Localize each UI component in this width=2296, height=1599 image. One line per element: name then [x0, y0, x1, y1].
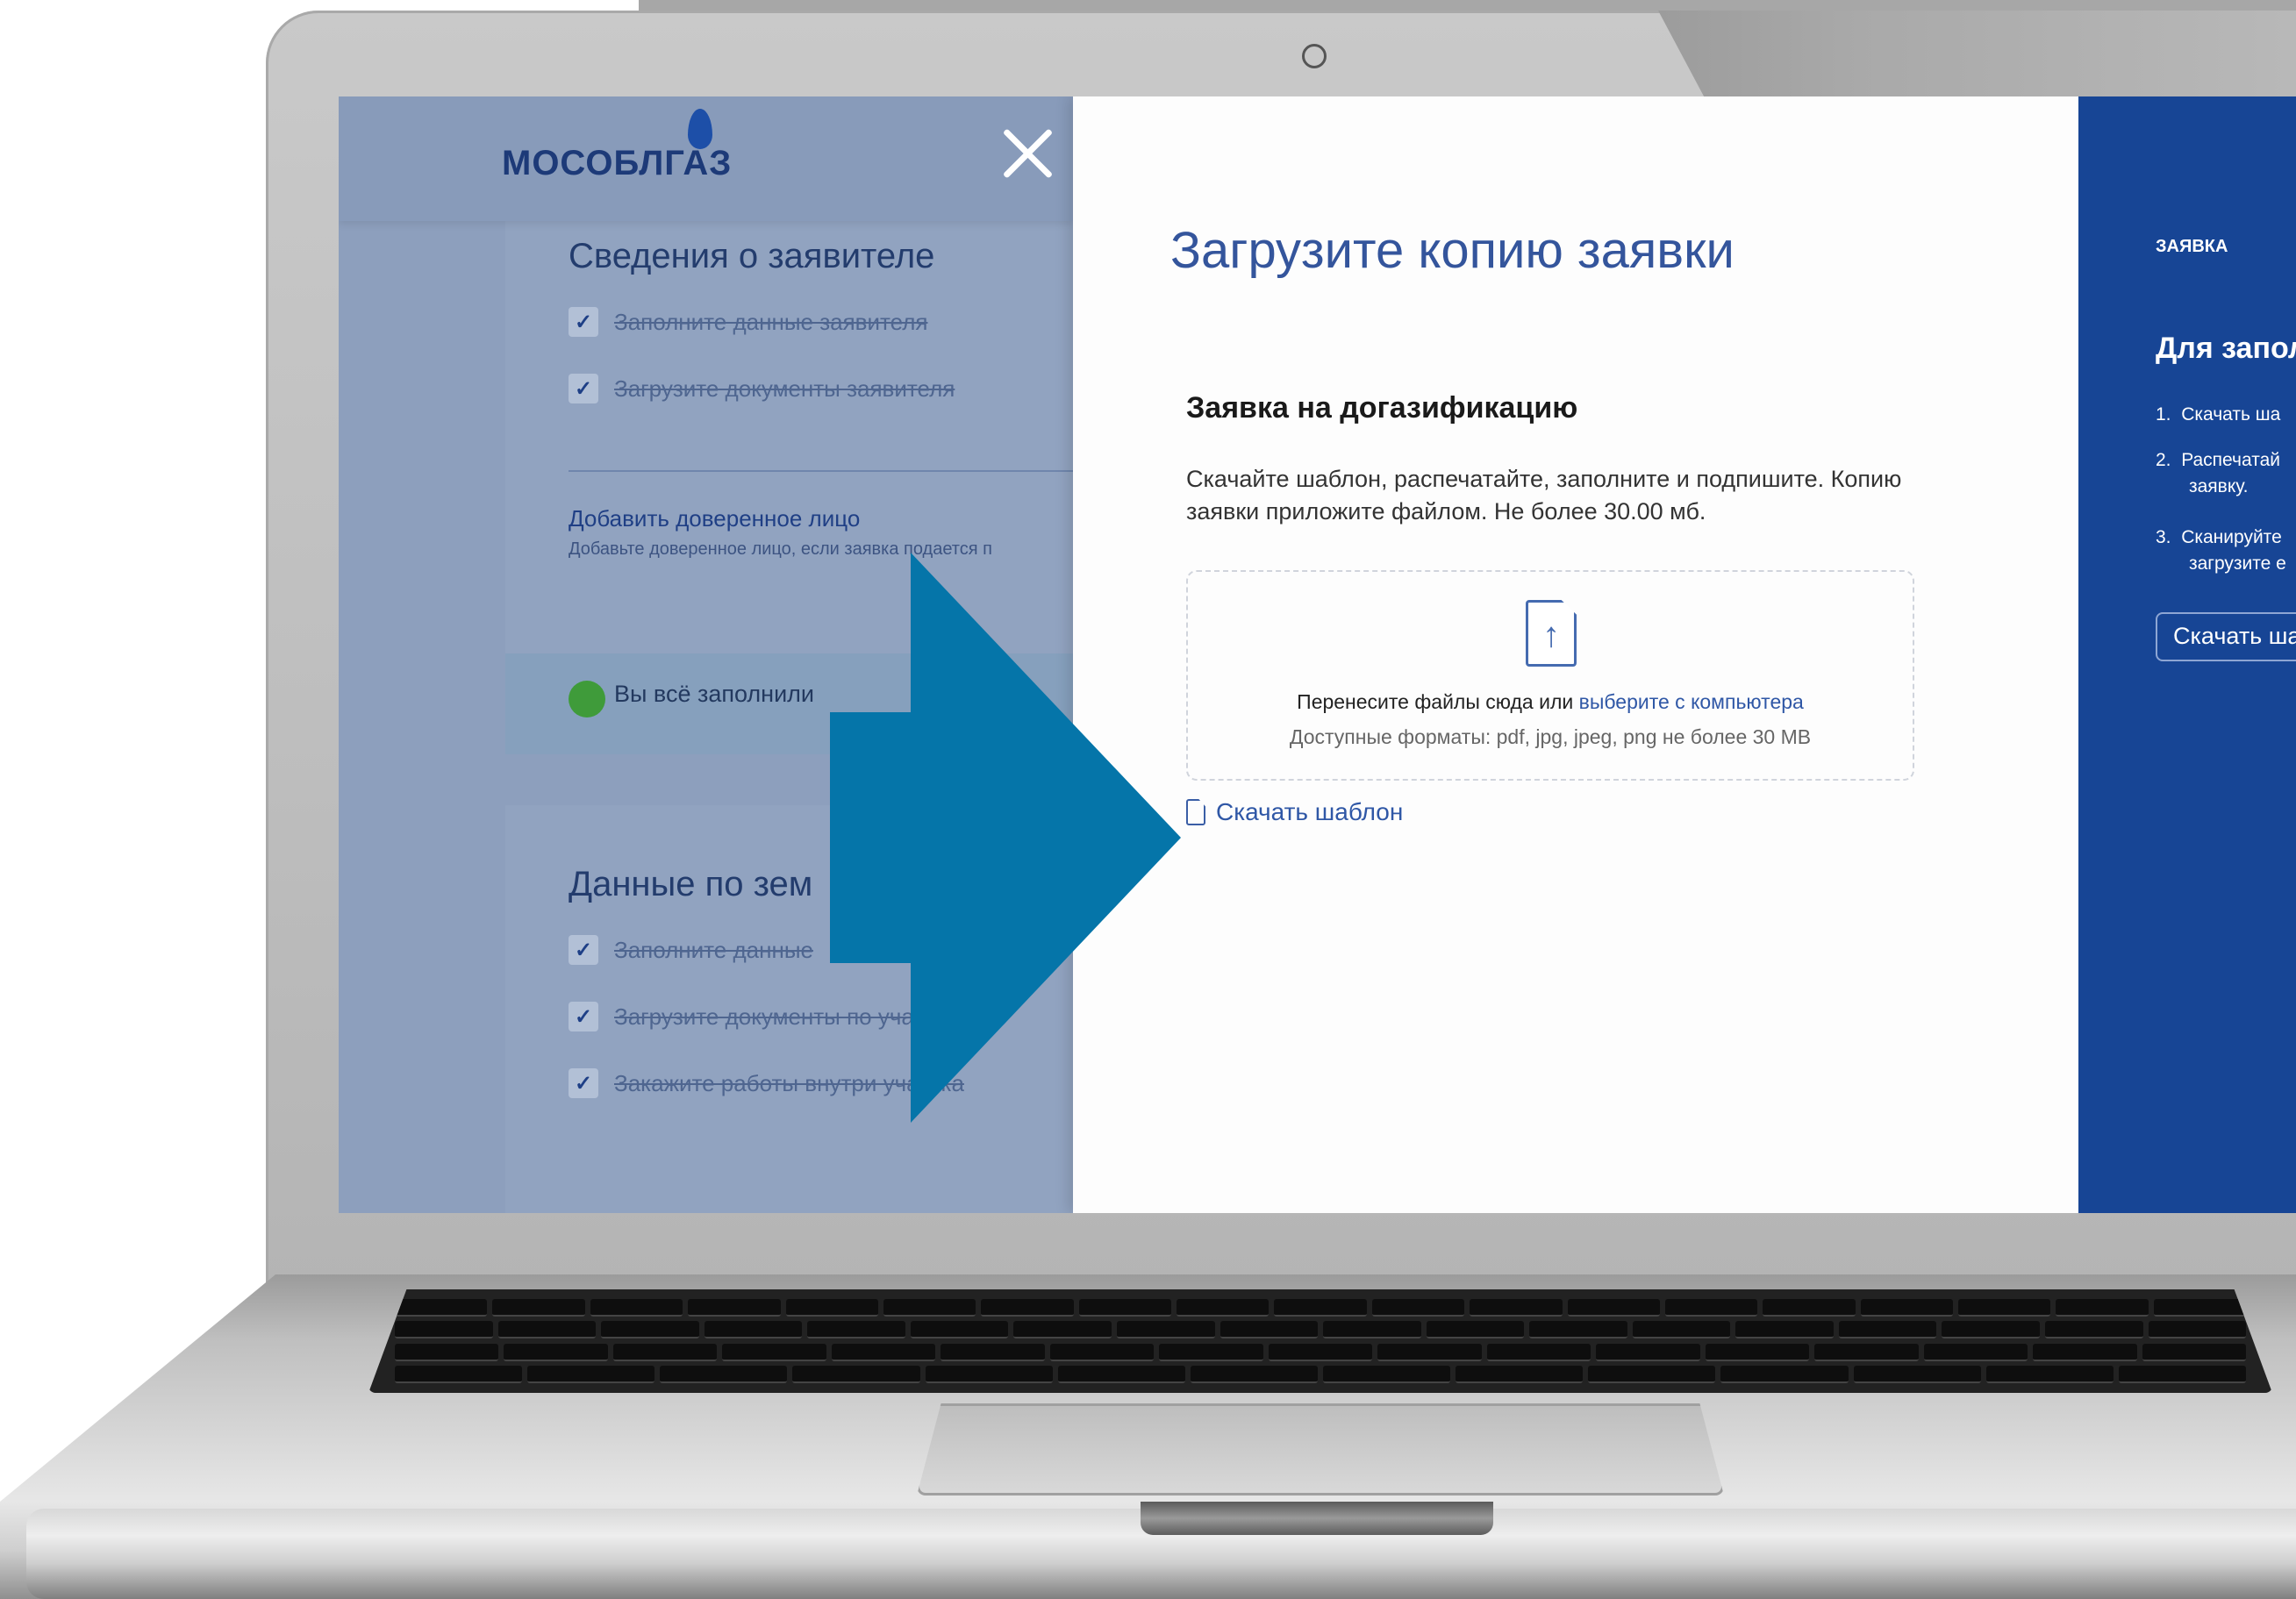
camera-icon [1302, 44, 1327, 68]
laptop-trackpad [917, 1403, 1724, 1495]
instructions-panel: ЗАЯВКА Для запол 1. Скачать ша 2. Распеч… [2078, 96, 2296, 1213]
flame-icon [688, 109, 712, 149]
panel-title: Для запол [2156, 332, 2296, 365]
step-item: 1. Скачать ша [2156, 404, 2281, 425]
download-template-link[interactable]: Скачать шаблон [1186, 798, 1403, 826]
land-section-title: Данные по зем [569, 865, 813, 903]
check-icon: ✓ [569, 307, 598, 337]
upload-arrow-icon: ↑ [1542, 616, 1560, 654]
checklist-item: ✓ Заполните данные заявителя [569, 307, 927, 337]
add-trustee-hint: Добавьте доверенное лицо, если заявка по… [569, 539, 992, 559]
check-icon: ✓ [569, 935, 598, 965]
checklist-item: ✓ Закажите работы внутри участка [569, 1068, 964, 1098]
laptop-keyboard [368, 1289, 2272, 1393]
status-dot-icon [569, 681, 605, 717]
file-dropzone[interactable]: ↑ Перенесите файлы сюда или выберите с к… [1186, 570, 1914, 781]
check-icon: ✓ [569, 1002, 598, 1031]
app-header: МОСОБЛГАЗ [339, 96, 1073, 221]
checklist-item: ✓ Загрузите документы по участ [569, 1002, 936, 1031]
application-type-title: Заявка на догазификацию [1186, 391, 1578, 425]
step-item: 3. Сканируйте загрузите е [2156, 527, 2286, 574]
check-icon: ✓ [569, 374, 598, 403]
checklist-item: ✓ Заполните данные [569, 935, 813, 965]
check-icon: ✓ [569, 1068, 598, 1098]
modal-title: Загрузите копию заявки [1170, 222, 1735, 279]
instructions-text: Скачайте шаблон, распечатайте, заполните… [1186, 466, 1902, 525]
mosoblgaz-logo: МОСОБЛГАЗ [502, 144, 733, 182]
choose-file-link[interactable]: выберите с компьютера [1579, 690, 1804, 713]
laptop-hinge [1141, 1502, 1493, 1535]
add-trustee-link[interactable]: Добавить доверенное лицо [569, 505, 860, 532]
close-icon[interactable] [988, 114, 1067, 193]
laptop-lid-reflection [1658, 11, 2296, 98]
download-template-button[interactable]: Скачать ша [2156, 612, 2296, 661]
allowed-formats-text: Доступные форматы: pdf, jpg, jpeg, png н… [1289, 725, 1812, 748]
panel-label: ЗАЯВКА [2156, 237, 2228, 256]
laptop-screen: МОСОБЛГАЗ Сведения о заявителе ✓ Заполни… [339, 96, 2296, 1213]
applicant-section-title: Сведения о заявителе [569, 237, 935, 275]
step-item: 2. Распечатай заявку. [2156, 450, 2280, 496]
document-icon [1186, 799, 1205, 825]
dropzone-text: Перенесите файлы сюда или выберите с ком… [1297, 690, 1804, 713]
completion-text: Вы всё заполнили [614, 681, 814, 707]
divider [569, 470, 1073, 472]
checklist-item: ✓ Загрузите документы заявителя [569, 374, 955, 403]
upload-modal: Загрузите копию заявки Заявка на догазиф… [1073, 96, 2078, 1213]
